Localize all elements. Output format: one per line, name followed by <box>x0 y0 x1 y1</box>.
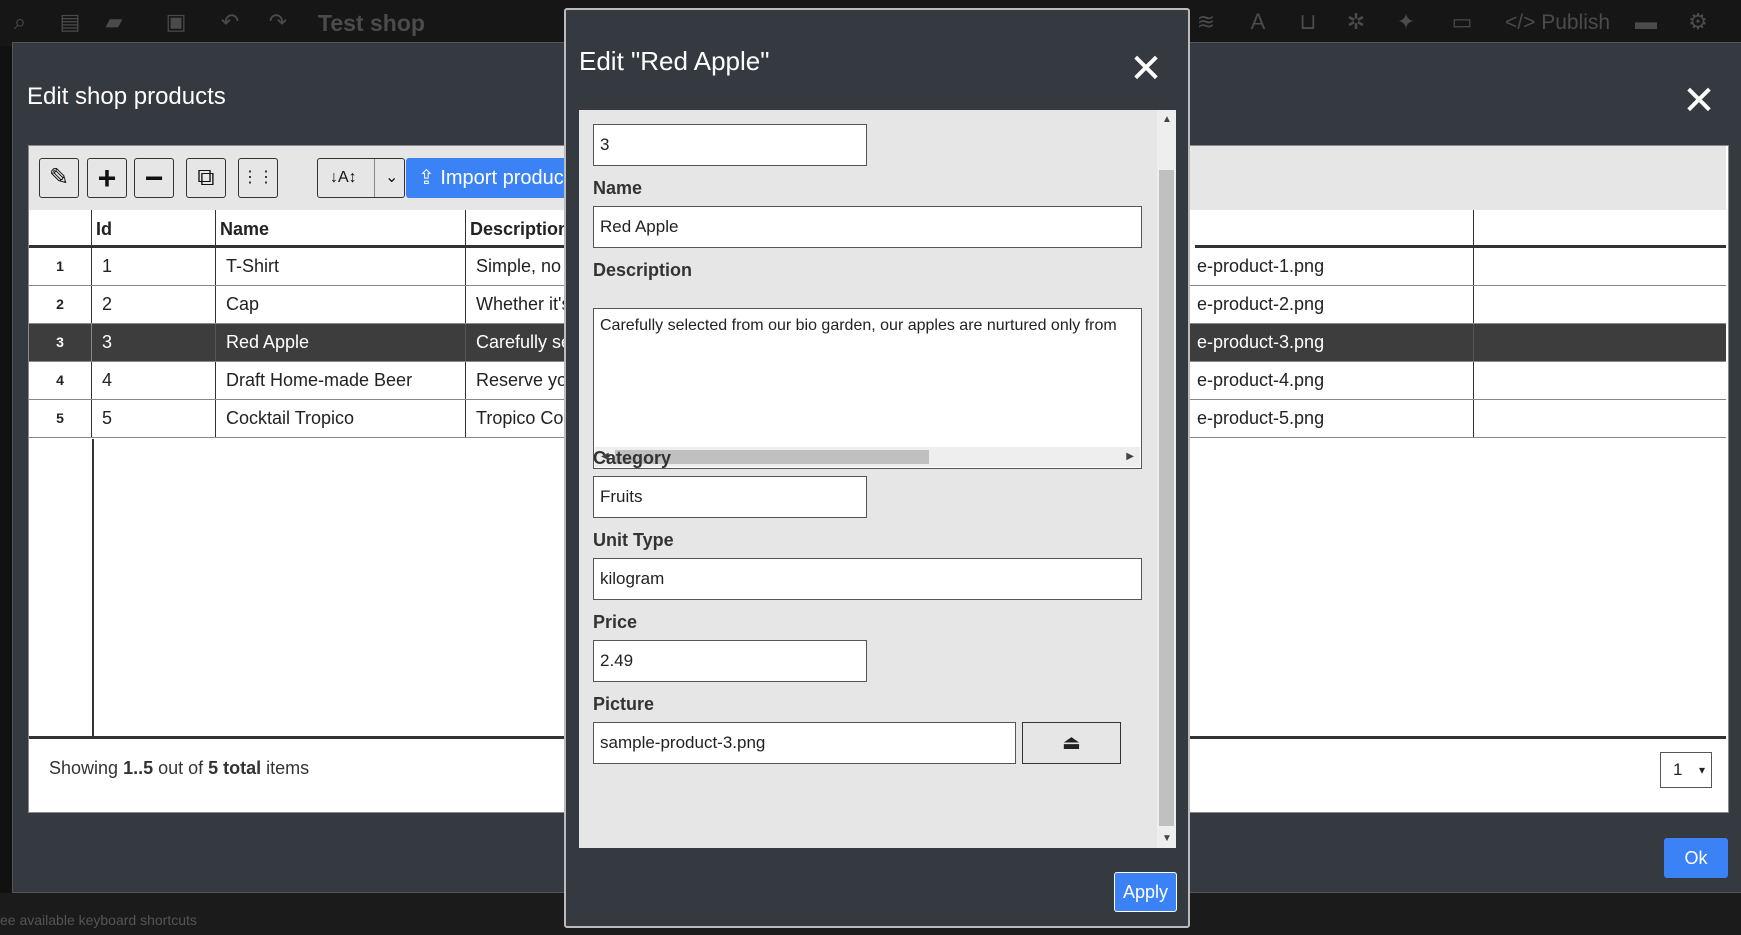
translate-icon: A <box>1250 9 1266 34</box>
cell-name[interactable]: Cap <box>216 286 466 323</box>
upload-picture-button[interactable]: ⏏ <box>1022 722 1121 764</box>
page-value: 1 <box>1673 760 1683 779</box>
cell-picture[interactable]: e-product-1.png <box>1195 248 1474 285</box>
cell-id[interactable]: 5 <box>92 400 216 437</box>
category-label: Category <box>593 448 672 468</box>
remove-icon[interactable]: − <box>134 158 174 198</box>
id-field[interactable]: 3 <box>593 124 867 166</box>
redo-icon: ↷ <box>268 9 288 34</box>
column-header-extra[interactable] <box>1474 210 1726 248</box>
column-header-picture[interactable] <box>1195 210 1474 248</box>
scrollbar-thumb[interactable] <box>1159 170 1174 826</box>
import-products-button[interactable]: ⇪ Import products <box>406 158 586 198</box>
row-header-column <box>29 439 94 736</box>
sort-icon: ↓A↕ <box>330 169 357 186</box>
gear-icon: ⚙ <box>1688 9 1708 34</box>
cell-name[interactable]: Red Apple <box>216 324 466 361</box>
row-number: 2 <box>29 286 92 323</box>
horizontal-scrollbar[interactable]: ◀ ▶ <box>595 447 1140 467</box>
summary-total: 5 total <box>208 758 262 778</box>
cell-picture[interactable]: e-product-5.png <box>1195 400 1474 437</box>
cell-id[interactable]: 4 <box>92 362 216 399</box>
database-icon: ≋ <box>1196 9 1216 34</box>
pagination-summary: Showing 1..5 out of 5 total items <box>49 758 309 779</box>
undo-icon: ↶ <box>220 9 240 34</box>
description-textarea[interactable]: Carefully selected from our bio garden, … <box>593 308 1142 469</box>
products-dialog-title: Edit shop products <box>27 83 226 110</box>
apply-button[interactable]: Apply <box>1114 872 1177 912</box>
description-label: Description <box>593 260 693 280</box>
scroll-right-icon[interactable]: ▶ <box>1126 451 1134 462</box>
cell-id[interactable]: 1 <box>92 248 216 285</box>
name-label: Name <box>593 178 643 198</box>
name-field[interactable]: Red Apple <box>593 206 1142 248</box>
description-text: Carefully selected from our bio garden, … <box>600 317 1117 334</box>
cell-name[interactable]: Draft Home-made Beer <box>216 362 466 399</box>
summary-suffix: items <box>261 758 310 778</box>
vertical-scrollbar[interactable]: ▲ ▼ <box>1157 110 1176 848</box>
row-header-corner <box>29 210 92 248</box>
add-icon[interactable]: + <box>87 158 127 198</box>
picture-label: Picture <box>593 694 655 714</box>
cell-name[interactable]: Cocktail Tropico <box>216 400 466 437</box>
cell-picture[interactable]: e-product-3.png <box>1195 324 1474 361</box>
picture-field[interactable]: sample-product-3.png <box>593 722 1016 764</box>
publish-button: </> Publish <box>1505 11 1611 34</box>
duplicate-icon[interactable]: ⧉ <box>186 158 226 198</box>
chevron-down-icon: ⌄ <box>374 159 398 197</box>
price-field[interactable]: 2.49 <box>593 640 867 682</box>
cart-icon: ⊔ <box>1299 9 1317 34</box>
column-header-id[interactable]: Id <box>92 210 216 248</box>
unit-type-label: Unit Type <box>593 530 674 550</box>
edit-dialog-title: Edit "Red Apple" <box>579 46 770 76</box>
row-number: 1 <box>29 248 92 285</box>
close-icon[interactable]: ✕ <box>1123 46 1169 92</box>
upload-icon: ⇪ <box>418 167 435 189</box>
folder-icon: ▰ <box>105 9 123 34</box>
cell-picture[interactable]: e-product-2.png <box>1195 286 1474 323</box>
cell-picture[interactable]: e-product-4.png <box>1195 362 1474 399</box>
sort-button[interactable]: ↓A↕ ⌄ <box>317 158 405 198</box>
puzzle-icon: ✲ <box>1346 9 1366 34</box>
summary-range: 1..5 <box>123 758 154 778</box>
unit-type-field[interactable]: kilogram <box>593 558 1142 600</box>
column-header-name[interactable]: Name <box>216 210 466 248</box>
magic-icon: ✦ <box>1396 9 1416 34</box>
category-field[interactable]: Fruits <box>593 476 867 518</box>
upload-icon: ⏏ <box>1062 732 1081 754</box>
summary-middle: out of <box>153 758 209 778</box>
edit-product-dialog: Edit "Red Apple" ✕ 3 Name Red Apple Desc… <box>564 8 1190 928</box>
row-number: 5 <box>29 400 92 437</box>
import-label: Import products <box>440 167 580 189</box>
price-label: Price <box>593 612 638 632</box>
page-select[interactable]: 1 ▾ <box>1660 752 1712 788</box>
product-form: 3 Name Red Apple Description Carefully s… <box>579 110 1176 848</box>
edit-icon[interactable]: ✎ <box>39 158 79 198</box>
ok-button[interactable]: Ok <box>1664 838 1728 878</box>
close-icon[interactable]: ✕ <box>1677 79 1721 123</box>
cell-id[interactable]: 2 <box>92 286 216 323</box>
save-icon: ▣ <box>165 9 187 34</box>
row-number: 4 <box>29 362 92 399</box>
cell-name[interactable]: T-Shirt <box>216 248 466 285</box>
preview-icon: ▭ <box>1451 9 1473 34</box>
new-page-icon: ▤ <box>59 9 81 34</box>
search-icon: ⌕ <box>13 9 27 34</box>
scroll-down-icon[interactable]: ▼ <box>1162 833 1172 844</box>
select-icon[interactable]: ⋮⋮ <box>238 158 278 198</box>
chevron-down-icon: ▾ <box>1698 763 1705 777</box>
row-number: 3 <box>29 324 92 361</box>
summary-prefix: Showing <box>49 758 124 778</box>
app-title: Test shop <box>318 10 425 36</box>
paint-roller-icon: ▬ <box>1635 9 1657 34</box>
shortcuts-hint: ee available keyboard shortcuts <box>0 912 197 928</box>
scroll-up-icon[interactable]: ▲ <box>1162 114 1172 125</box>
cell-id[interactable]: 3 <box>92 324 216 361</box>
